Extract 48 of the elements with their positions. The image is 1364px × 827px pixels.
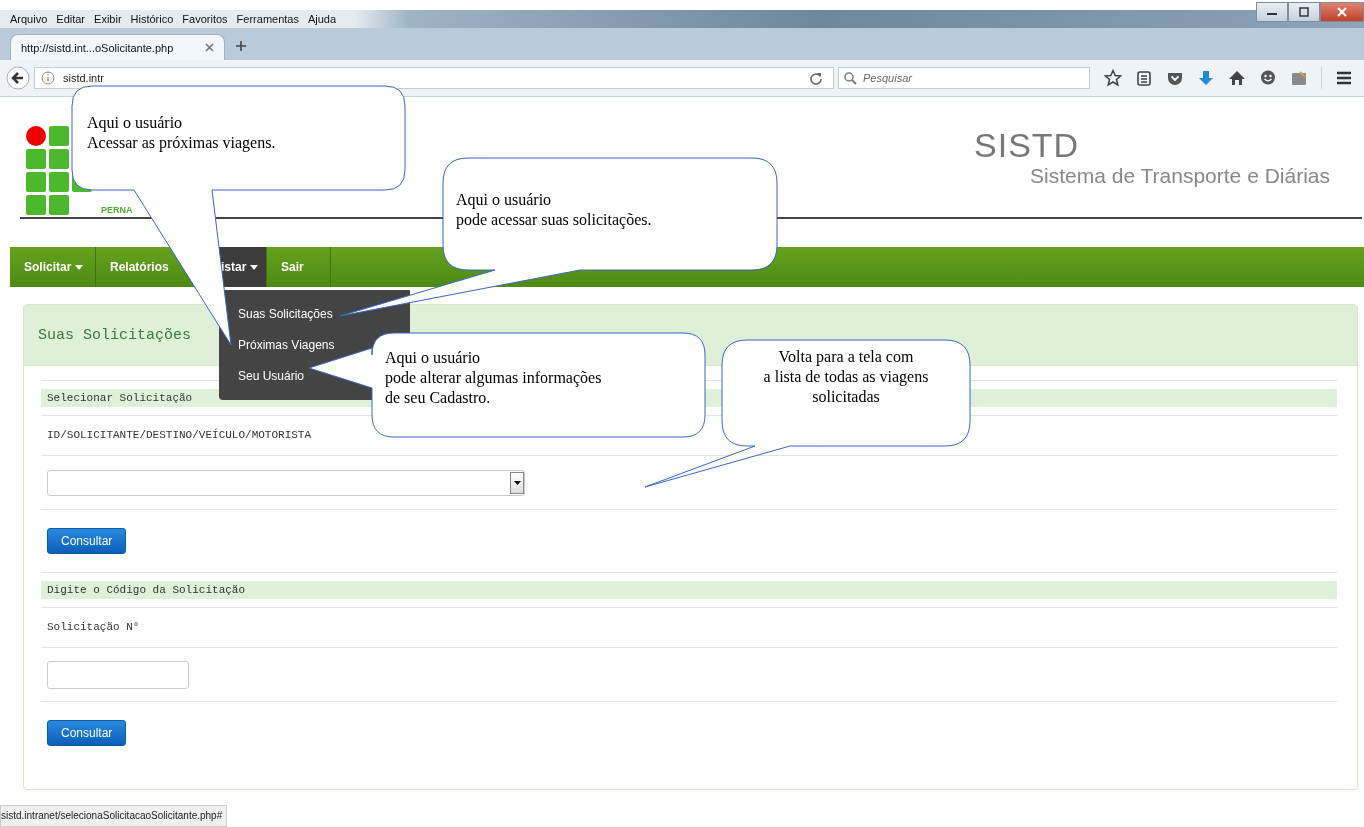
app-title: SISTD xyxy=(974,127,1081,163)
callout-text: Aqui o usuário pode acessar suas solicitações. xyxy=(456,190,652,230)
logo-text: PERNA xyxy=(101,205,133,215)
close-tab-icon[interactable] xyxy=(205,43,214,52)
screenshot-icon[interactable] xyxy=(1290,69,1308,87)
nav-item[interactable]: istar xyxy=(218,247,267,287)
panel-title: Suas Solicitações xyxy=(38,326,192,344)
input-field[interactable] xyxy=(47,660,189,689)
info-icon xyxy=(41,71,55,85)
status-bar-url: sistd.intranet/selecionaSolicitacaoSolicitante.php# xyxy=(0,805,228,827)
browser-tab[interactable]: http://sistd.int...oSolicitante.php xyxy=(10,34,225,60)
caret-icon xyxy=(75,264,84,270)
nav-item[interactable]: Solicitar xyxy=(10,247,96,287)
callout-text: Aqui o usuário Acessar as próximas viagens. xyxy=(87,113,276,153)
menu-item[interactable]: Favoritos xyxy=(182,13,228,25)
maximize-icon[interactable] xyxy=(1288,2,1320,22)
select-field[interactable] xyxy=(47,469,525,496)
menu-item[interactable]: Histórico xyxy=(130,13,174,25)
menu-item[interactable]: Editar xyxy=(56,13,86,25)
dropdown-item[interactable]: Suas Solicitações xyxy=(238,306,410,322)
callout-text: Volta para a tela com a lista de todas as viagens solicitadas xyxy=(762,347,930,407)
field-label: Solicitação N° xyxy=(46,620,141,635)
reading-list-icon[interactable] xyxy=(1135,69,1153,87)
star-icon[interactable] xyxy=(1104,69,1122,87)
download-icon[interactable] xyxy=(1197,69,1215,87)
search-field[interactable]: Pesquisar xyxy=(838,67,1090,89)
section-heading: Digite o Código da Solicitação xyxy=(41,581,1337,599)
close-icon[interactable] xyxy=(1320,2,1364,22)
consultar-button[interactable]: Consultar xyxy=(47,720,127,746)
field-label: ID/SOLICITANTE/DESTINO/VEÍCULO/MOTORISTA xyxy=(46,427,313,443)
app-subtitle: Sistema de Transporte e Diárias xyxy=(1030,163,1330,189)
search-icon xyxy=(844,72,857,85)
menu-item[interactable]: Exibir xyxy=(94,13,122,25)
consultar-button[interactable]: Consultar xyxy=(47,528,127,554)
nav-item[interactable]: Sair xyxy=(267,247,331,287)
callout-text: Aqui o usuário pode alterar algumas informações de seu Cadastro. xyxy=(385,348,602,408)
minimize-icon[interactable] xyxy=(1256,2,1288,22)
home-icon[interactable] xyxy=(1228,69,1246,87)
back-icon[interactable] xyxy=(6,66,30,90)
caret-icon xyxy=(250,264,259,270)
reload-icon[interactable] xyxy=(809,71,823,85)
address-field[interactable]: sistd.intr xyxy=(34,67,834,89)
menu-icon[interactable] xyxy=(1335,69,1353,87)
new-tab-icon[interactable] xyxy=(235,40,247,52)
menu-item[interactable]: Ferramentas xyxy=(236,13,299,25)
menu-item[interactable]: Arquivo xyxy=(10,13,48,25)
chat-icon[interactable] xyxy=(1259,69,1277,87)
menu-item[interactable]: Ajuda xyxy=(307,13,337,25)
